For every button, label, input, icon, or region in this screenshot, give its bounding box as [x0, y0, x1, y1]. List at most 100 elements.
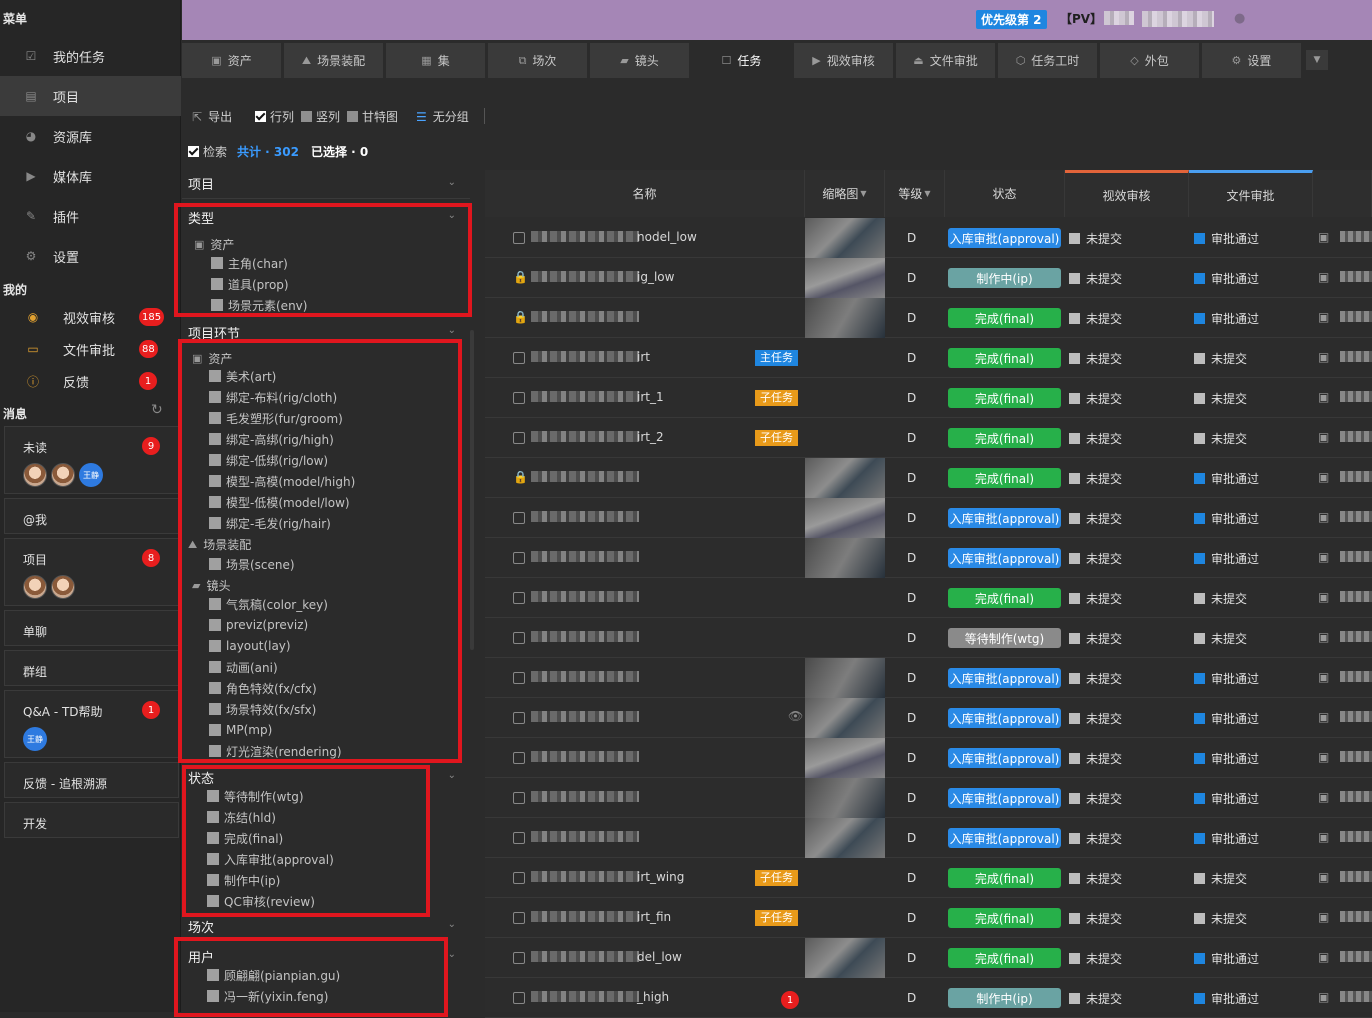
status-badge[interactable]: 入库审批(approval): [948, 708, 1061, 728]
col-header-status[interactable]: 状态: [945, 170, 1065, 217]
mine-file-approval[interactable]: ▭ 文件审批 88: [0, 333, 181, 365]
file-approval-cell[interactable]: 审批通过: [1194, 230, 1259, 247]
status-badge[interactable]: 完成(final): [948, 468, 1061, 488]
search-toggle[interactable]: 检索: [188, 143, 227, 160]
thumbnail[interactable]: [805, 938, 885, 978]
table-row[interactable]: 🔒 ig_low D 制作中(ip) 未提交 审批通过 ▣: [485, 258, 1372, 298]
row-checkbox[interactable]: [513, 912, 525, 924]
table-row[interactable]: D 入库审批(approval) 未提交 审批通过 ▣: [485, 738, 1372, 778]
chat-icon[interactable]: ●: [1234, 11, 1245, 26]
tab-task[interactable]: ☐ 任务: [692, 43, 791, 78]
file-approval-cell[interactable]: 审批通过: [1194, 830, 1259, 847]
tab-file-approval[interactable]: ⏏ 文件审批: [896, 43, 995, 78]
filter-project-header[interactable]: 项目: [188, 174, 214, 193]
tab-asset[interactable]: ▣ 资产: [182, 43, 281, 78]
row-checkbox[interactable]: [513, 672, 525, 684]
row-checkbox[interactable]: [513, 792, 525, 804]
eye-icon[interactable]: 👁: [788, 709, 803, 723]
file-approval-cell[interactable]: 未提交: [1194, 350, 1247, 367]
status-badge[interactable]: 完成(final): [948, 908, 1061, 928]
status-badge[interactable]: 入库审批(approval): [948, 828, 1061, 848]
nav-item-project[interactable]: ▤ 项目: [0, 76, 181, 116]
col-header-vfx[interactable]: 视效审核: [1065, 170, 1189, 217]
file-approval-cell[interactable]: 审批通过: [1194, 310, 1259, 327]
table-row[interactable]: D 入库审批(approval) 未提交 审批通过 ▣: [485, 818, 1372, 858]
mine-feedback[interactable]: ⓘ 反馈 1: [0, 365, 181, 397]
vfx-review-cell[interactable]: 未提交: [1069, 870, 1122, 887]
vfx-review-cell[interactable]: 未提交: [1069, 510, 1122, 527]
row-checkbox[interactable]: [513, 952, 525, 964]
table-row[interactable]: D 入库审批(approval) 未提交 审批通过 ▣: [485, 538, 1372, 578]
vfx-review-cell[interactable]: 未提交: [1069, 630, 1122, 647]
message-at-me[interactable]: @我: [4, 498, 179, 534]
file-approval-cell[interactable]: 审批通过: [1194, 470, 1259, 487]
thumbnail[interactable]: [805, 458, 885, 498]
table-row[interactable]: _high 1 D 制作中(ip) 未提交 审批通过 ▣: [485, 978, 1372, 1018]
thumbnail[interactable]: [805, 218, 885, 258]
file-approval-cell[interactable]: 审批通过: [1194, 510, 1259, 527]
row-checkbox[interactable]: [513, 592, 525, 604]
status-badge[interactable]: 完成(final): [948, 348, 1061, 368]
table-row[interactable]: irt_fin 子任务 D 完成(final) 未提交 未提交 ▣: [485, 898, 1372, 938]
row-checkbox[interactable]: [513, 512, 525, 524]
thumbnail[interactable]: [805, 498, 885, 538]
status-badge[interactable]: 入库审批(approval): [948, 508, 1061, 528]
message-feedback-trace[interactable]: 反馈 - 追根溯源: [4, 762, 179, 798]
filter-sequence-header[interactable]: 场次: [188, 917, 214, 936]
col-header-file[interactable]: 文件审批: [1189, 170, 1313, 217]
export-button[interactable]: ⇱ 导出: [192, 108, 232, 125]
status-badge[interactable]: 完成(final): [948, 588, 1061, 608]
vfx-review-cell[interactable]: 未提交: [1069, 270, 1122, 287]
file-approval-cell[interactable]: 未提交: [1194, 390, 1247, 407]
status-badge[interactable]: 入库审批(approval): [948, 668, 1061, 688]
chevron-down-icon[interactable]: ⌄: [448, 325, 456, 336]
nav-item-media[interactable]: ▶ 媒体库: [0, 156, 181, 196]
status-badge[interactable]: 完成(final): [948, 428, 1061, 448]
table-row[interactable]: D 完成(final) 未提交 未提交 ▣: [485, 578, 1372, 618]
tab-scene-assembly[interactable]: ⛰ 场景装配: [284, 43, 383, 78]
col-header-name[interactable]: 名称: [485, 170, 805, 217]
file-approval-cell[interactable]: 审批通过: [1194, 550, 1259, 567]
row-checkbox[interactable]: [513, 552, 525, 564]
thumbnail[interactable]: [805, 538, 885, 578]
vfx-review-cell[interactable]: 未提交: [1069, 430, 1122, 447]
file-approval-cell[interactable]: 未提交: [1194, 910, 1247, 927]
row-checkbox[interactable]: [513, 632, 525, 644]
filter-scrollbar[interactable]: [470, 330, 474, 650]
thumbnail[interactable]: [805, 658, 885, 698]
table-row[interactable]: D 入库审批(approval) 未提交 审批通过 ▣: [485, 778, 1372, 818]
status-badge[interactable]: 等待制作(wtg): [948, 628, 1061, 648]
table-row[interactable]: irt_2 子任务 D 完成(final) 未提交 未提交 ▣: [485, 418, 1372, 458]
row-checkbox[interactable]: [513, 352, 525, 364]
chevron-down-icon[interactable]: ⌄: [448, 949, 456, 960]
thumbnail[interactable]: [805, 738, 885, 778]
table-row[interactable]: irt 主任务 D 完成(final) 未提交 未提交 ▣: [485, 338, 1372, 378]
view-column-toggle[interactable]: 竖列: [301, 108, 340, 125]
status-badge[interactable]: 制作中(ip): [948, 268, 1061, 288]
vfx-review-cell[interactable]: 未提交: [1069, 710, 1122, 727]
thumbnail[interactable]: [805, 258, 885, 298]
table-row[interactable]: 👁 D 入库审批(approval) 未提交 审批通过 ▣: [485, 698, 1372, 738]
row-checkbox[interactable]: [513, 832, 525, 844]
vfx-review-cell[interactable]: 未提交: [1069, 590, 1122, 607]
tab-overflow-button[interactable]: ▼: [1306, 50, 1328, 70]
thumbnail[interactable]: [805, 298, 885, 338]
row-checkbox[interactable]: [513, 432, 525, 444]
status-badge[interactable]: 入库审批(approval): [948, 548, 1061, 568]
table-row[interactable]: 🔒 D 完成(final) 未提交 审批通过 ▣: [485, 298, 1372, 338]
tab-outsource[interactable]: ◇ 外包: [1100, 43, 1199, 78]
vfx-review-cell[interactable]: 未提交: [1069, 830, 1122, 847]
vfx-review-cell[interactable]: 未提交: [1069, 550, 1122, 567]
message-unread[interactable]: 未读 9 王静: [4, 426, 179, 494]
nav-item-settings[interactable]: ⚙ 设置: [0, 236, 181, 276]
nav-item-library[interactable]: ◕ 资源库: [0, 116, 181, 156]
table-row[interactable]: irt_wing 子任务 D 完成(final) 未提交 未提交 ▣: [485, 858, 1372, 898]
tab-episode[interactable]: ▦ 集: [386, 43, 485, 78]
vfx-review-cell[interactable]: 未提交: [1069, 790, 1122, 807]
tab-shot[interactable]: ▰ 镜头: [590, 43, 689, 78]
message-qa-td[interactable]: Q&A - TD帮助 1 王静: [4, 690, 179, 758]
file-approval-cell[interactable]: 审批通过: [1194, 990, 1259, 1007]
status-badge[interactable]: 完成(final): [948, 868, 1061, 888]
row-checkbox[interactable]: [513, 992, 525, 1004]
row-checkbox[interactable]: [513, 872, 525, 884]
